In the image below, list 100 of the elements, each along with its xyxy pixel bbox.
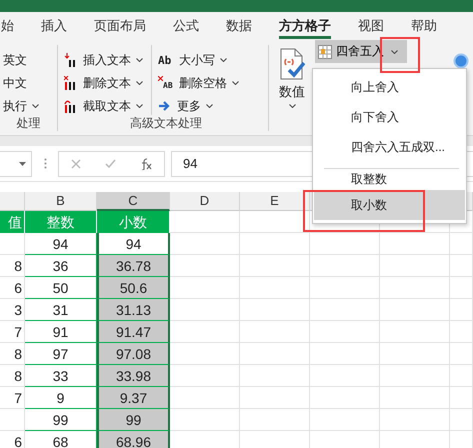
table-cell: 6: [0, 277, 25, 299]
table-cell: 33.98: [97, 365, 170, 387]
table-cell: [170, 211, 240, 233]
ribbon-button[interactable]: Ab 大小写: [158, 51, 239, 69]
menu-item[interactable]: 取整数: [324, 168, 459, 189]
table-icon: [318, 44, 332, 58]
column-header[interactable]: C: [97, 192, 170, 211]
menu-item[interactable]: 取小数: [314, 190, 465, 220]
table-cell: [380, 299, 450, 321]
table-cell: [170, 299, 240, 321]
ribbon-button[interactable]: 更多: [158, 97, 239, 115]
table-cell: [380, 365, 450, 387]
dropdown-icon: [19, 162, 26, 166]
table-cell: [170, 255, 240, 277]
table-cell: 7: [0, 387, 25, 409]
table-cell: [450, 277, 473, 299]
circle-icon: [453, 53, 469, 69]
table-cell: [450, 321, 473, 343]
table-cell: [170, 343, 240, 365]
column-header[interactable]: D: [170, 192, 240, 211]
document-check-icon: [279, 48, 305, 80]
ribbon-button[interactable]: AB 删除空格: [158, 74, 239, 92]
table-cell: 91.47: [97, 321, 170, 343]
caret-icon: [391, 50, 398, 54]
ribbon-tab[interactable]: 插入: [41, 13, 67, 39]
table-cell: 97.08: [97, 343, 170, 365]
table-cell: [450, 233, 473, 255]
table-cell: 3: [0, 299, 25, 321]
column-header[interactable]: [0, 192, 25, 211]
caret-icon: [32, 104, 39, 108]
table-cell: 68.96: [97, 431, 170, 448]
case-icon: Ab: [158, 54, 174, 66]
table-cell: [380, 343, 450, 365]
table-cell: [310, 409, 380, 431]
caret-icon: [232, 81, 239, 85]
ribbon-button[interactable]: 中文: [3, 74, 39, 92]
ribbon-tab[interactable]: 始: [1, 13, 14, 39]
table-cell: 8: [0, 365, 25, 387]
group-caption: 处理: [16, 115, 42, 131]
column-header[interactable]: B: [25, 192, 97, 211]
table-cell: [380, 277, 450, 299]
menu-item[interactable]: 向下舍入: [314, 102, 465, 132]
table-cell: 8: [0, 343, 25, 365]
header-cell: 值: [0, 211, 25, 233]
table-cell: [380, 233, 450, 255]
table-cell: [170, 277, 240, 299]
table-cell: [240, 233, 310, 255]
ribbon-button[interactable]: 截取文本: [64, 97, 143, 115]
table-cell: [450, 409, 473, 431]
ribbon-button[interactable]: 执行: [3, 97, 39, 115]
table-cell: [450, 343, 473, 365]
menu-item[interactable]: 向上舍入: [314, 72, 465, 102]
header-cell: 整数: [25, 211, 97, 233]
column-header[interactable]: E: [240, 192, 310, 211]
table-cell: 7: [0, 321, 25, 343]
caret-icon: [206, 104, 213, 108]
table-cell: [450, 299, 473, 321]
name-box[interactable]: [0, 150, 32, 176]
table-cell: 6: [0, 431, 25, 448]
ribbon-tab[interactable]: 公式: [173, 13, 199, 39]
function-icon[interactable]: [140, 158, 152, 170]
table-cell: 8: [0, 255, 25, 277]
ribbon-button[interactable]: 英文: [3, 51, 39, 69]
caret-icon: [288, 104, 296, 108]
ribbon-button[interactable]: 删除文本: [64, 74, 143, 92]
table-cell: 9.37: [97, 387, 170, 409]
table-cell: 99: [97, 409, 170, 431]
header-cell: 小数: [97, 211, 170, 233]
table-cell: [310, 365, 380, 387]
group-caption: 高级文本处理: [129, 115, 203, 131]
drag-handle-icon[interactable]: [44, 158, 46, 169]
ribbon-tab[interactable]: 页面布局: [94, 13, 146, 39]
ribbon-tab[interactable]: 帮助: [411, 13, 437, 39]
table-cell: [450, 255, 473, 277]
table-cell: [310, 299, 380, 321]
table-cell: [380, 255, 450, 277]
table-cell: [240, 365, 310, 387]
ribbon-button[interactable]: 插入文本: [64, 51, 143, 69]
table-cell: 31.13: [97, 299, 170, 321]
cancel-icon[interactable]: [71, 158, 81, 168]
table-cell: [380, 321, 450, 343]
caret-icon: [136, 58, 143, 62]
table-cell: [240, 343, 310, 365]
ribbon-tab[interactable]: 数据: [226, 13, 252, 39]
table-cell: [310, 255, 380, 277]
number-button[interactable]: 数值: [279, 45, 305, 108]
table-cell: 36.78: [97, 255, 170, 277]
ribbon-tab[interactable]: 视图: [358, 13, 384, 39]
table-cell: [240, 409, 310, 431]
insert-text-icon: [64, 53, 78, 67]
table-cell: [240, 321, 310, 343]
table-cell: [310, 233, 380, 255]
table-cell: [310, 343, 380, 365]
table-cell: [170, 233, 240, 255]
table-cell: 50.6: [97, 277, 170, 299]
table-cell: [0, 409, 25, 431]
check-icon[interactable]: [105, 159, 116, 168]
menu-item[interactable]: 四舍六入五成双...: [314, 132, 465, 162]
table-cell: [170, 409, 240, 431]
table-cell: [240, 299, 310, 321]
